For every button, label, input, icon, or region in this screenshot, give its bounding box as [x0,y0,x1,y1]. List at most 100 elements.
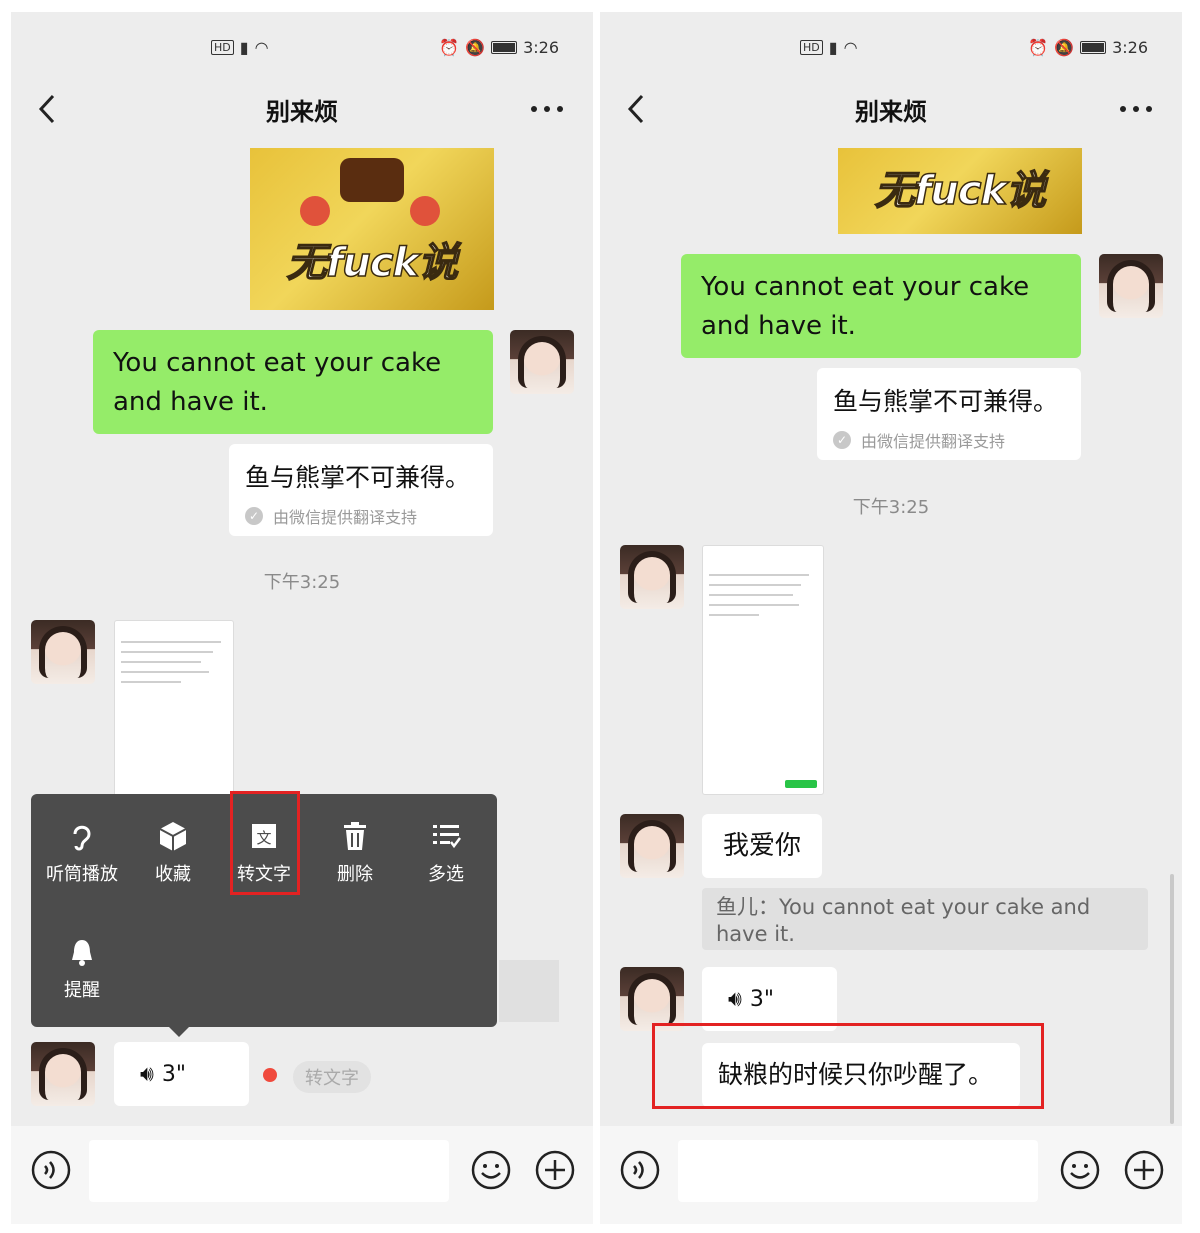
translation-text: 鱼与熊掌不可兼得。 [245,463,471,492]
menu-favorite[interactable]: 收藏 [128,820,218,886]
wifi-icon: ◠ [254,38,269,57]
network-badge: HD [800,40,823,55]
chat-title: 别来烦 [266,98,338,126]
thumb-line [709,594,793,596]
sent-message-bubble[interactable]: You cannot eat your cake and have it. [93,330,493,434]
status-indicators: HD ▮ ◠ [800,38,858,57]
plus-icon[interactable] [535,1150,575,1190]
translation-bubble[interactable]: 鱼与熊掌不可兼得。 ✓ 由微信提供翻译支持 [817,368,1081,460]
message-input[interactable] [678,1140,1038,1202]
status-right: ⏰ 🔕 3:26 [1028,38,1148,57]
my-avatar[interactable] [510,330,574,394]
menu-label: 删除 [337,864,373,885]
thumb-line [121,651,213,653]
avatar-hair [628,973,676,1025]
emoji-icon[interactable] [1060,1150,1100,1190]
status-bar: HD ▮ ◠ ⏰ 🔕 3:26 [11,38,593,60]
avatar-hair [1107,260,1155,312]
sticker-image[interactable]: 无fuck说 [250,148,494,310]
voice-message[interactable]: 🔊︎ 3" [702,967,837,1031]
mute-icon: 🔕 [1054,38,1075,57]
voice-message[interactable]: 🔊︎ 3" [114,1042,249,1106]
timestamp: 下午3:25 [852,497,930,518]
check-icon: ✓ [245,507,263,525]
highlight-box [230,791,300,895]
avatar-hair [518,336,566,388]
avatar-hair [39,626,87,678]
menu-earpiece-play[interactable]: 听筒播放 [37,820,127,886]
network-badge: HD [211,40,234,55]
voice-to-text-button[interactable]: 转文字 [293,1061,371,1093]
sticker-caption: 无fuck说 [286,239,459,287]
friend-avatar[interactable] [620,967,684,1031]
status-right: ⏰ 🔕 3:26 [439,38,559,57]
voice-input-icon[interactable] [620,1150,660,1190]
voice-input-icon[interactable] [31,1150,71,1190]
thumb-line [121,641,221,643]
left-phone-screen: HD ▮ ◠ ⏰ 🔕 3:26 别来烦 无fuck说 You cannot ea… [11,12,593,1224]
translation-credit: 由微信提供翻译支持 [861,432,1006,451]
menu-remind[interactable]: 提醒 [37,936,127,1002]
sticker-image[interactable]: 无fuck说 [838,148,1082,234]
menu-multiselect[interactable]: 多选 [401,820,491,886]
thumb-line [709,574,809,576]
translation-credit-row: ✓ 由微信提供翻译支持 [833,428,1065,452]
menu-label: 提醒 [64,980,100,1001]
reply-bubble[interactable]: 我爱你 [702,814,822,878]
emoji-icon[interactable] [471,1150,511,1190]
unread-dot [263,1068,277,1082]
battery-icon [491,41,518,54]
voice-duration: 3" [749,986,774,1012]
my-avatar[interactable] [1099,254,1163,318]
friend-avatar[interactable] [31,620,95,684]
timestamp: 下午3:25 [263,572,341,593]
translation-credit: 由微信提供翻译支持 [273,508,418,527]
translation-bubble[interactable]: 鱼与熊掌不可兼得。 ✓ 由微信提供翻译支持 [229,444,493,536]
ear-icon [73,825,91,851]
quoted-message[interactable]: 鱼儿：You cannot eat your cake and have it. [702,888,1148,950]
thumb-line [709,604,799,606]
voice-wave-icon: 🔊︎ [728,986,742,1012]
scrollbar[interactable] [1170,874,1174,1124]
battery-icon [1080,41,1107,54]
voice-duration: 3" [161,1061,186,1087]
friend-avatar[interactable] [620,545,684,609]
menu-label: 听筒播放 [46,864,118,885]
mute-icon: 🔕 [465,38,486,57]
friend-avatar[interactable] [620,814,684,878]
thumb-line [709,584,801,586]
plus-icon[interactable] [1124,1150,1164,1190]
sticker-caption: 无fuck说 [874,167,1047,215]
sticker-cheek [410,196,440,226]
sticker-cheek [300,196,330,226]
signal-icon: ▮ [828,38,838,57]
sticker-beak [340,158,404,202]
voice-wave-icon: 🔊︎ [140,1061,154,1087]
input-bar [600,1126,1182,1224]
avatar-hair [39,1048,87,1100]
menu-label: 多选 [428,864,464,885]
hidden-bubble [499,960,559,1022]
avatar-hair [628,551,676,603]
clock: 3:26 [1112,38,1148,57]
image-message[interactable] [702,545,824,795]
more-icon[interactable] [529,100,565,118]
friend-avatar[interactable] [31,1042,95,1106]
highlight-box [652,1023,1044,1109]
clock: 3:26 [523,38,559,57]
sent-message-bubble[interactable]: You cannot eat your cake and have it. [681,254,1081,358]
thumb-send-button [785,780,817,788]
thumb-line [709,614,759,616]
status-bar: HD ▮ ◠ ⏰ 🔕 3:26 [600,38,1182,60]
check-icon: ✓ [833,431,851,449]
message-input[interactable] [89,1140,449,1202]
image-message[interactable] [114,620,234,802]
status-indicators: HD ▮ ◠ [211,38,269,57]
list-check-icon [433,825,461,849]
signal-icon: ▮ [239,38,249,57]
menu-delete[interactable]: 删除 [310,820,400,886]
more-icon[interactable] [1118,100,1154,118]
trash-icon [344,822,366,850]
translation-credit-row: ✓ 由微信提供翻译支持 [245,504,477,528]
thumb-line [121,671,209,673]
